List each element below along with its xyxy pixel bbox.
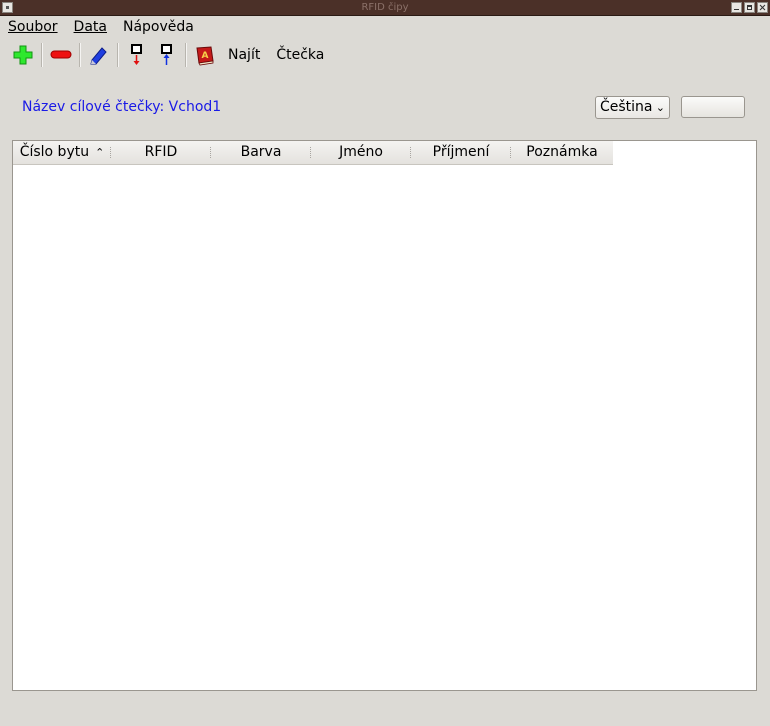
language-select[interactable]: Čeština ⌄ xyxy=(595,96,670,119)
write-card-button[interactable] xyxy=(122,40,152,70)
find-button[interactable]: Najít xyxy=(220,40,268,70)
target-reader-label: Název cílové čtečky: Vchod1 xyxy=(22,99,222,115)
minus-icon xyxy=(50,50,72,59)
column-header-rfid[interactable]: RFID xyxy=(111,141,211,164)
add-button[interactable] xyxy=(8,40,38,70)
unlabeled-button[interactable] xyxy=(681,96,745,118)
reader-button[interactable]: Čtečka xyxy=(268,40,332,70)
window-bottom-area xyxy=(0,691,770,726)
window-controls xyxy=(731,2,768,13)
svg-text:A: A xyxy=(202,51,209,61)
rfid-table[interactable]: Číslo bytu ⌃ RFID Barva Jméno Příjmení Po… xyxy=(12,140,757,691)
toolbar: A Najít Čtečka xyxy=(8,40,332,70)
book-icon: A xyxy=(196,46,214,66)
column-header-barva[interactable]: Barva xyxy=(211,141,311,164)
maximize-icon[interactable] xyxy=(744,2,755,13)
column-header-cislo-bytu[interactable]: Číslo bytu ⌃ xyxy=(13,141,111,164)
title-bar: RFID čipy xyxy=(0,0,770,16)
pen-icon xyxy=(90,47,107,65)
column-header-prijmeni[interactable]: Příjmení xyxy=(411,141,511,164)
window-title: RFID čipy xyxy=(361,2,409,13)
close-icon[interactable] xyxy=(757,2,768,13)
toolbar-separator xyxy=(185,43,187,67)
read-card-button[interactable] xyxy=(152,40,182,70)
menu-data[interactable]: Data xyxy=(66,17,115,37)
card-down-icon xyxy=(131,44,142,65)
column-header-jmeno[interactable]: Jméno xyxy=(311,141,411,164)
chevron-down-icon: ⌄ xyxy=(655,101,665,114)
sort-ascending-icon: ⌃ xyxy=(95,146,105,159)
plus-icon xyxy=(13,45,33,65)
toolbar-separator xyxy=(79,43,81,67)
card-up-icon xyxy=(161,44,172,65)
edit-button[interactable] xyxy=(84,40,114,70)
remove-button[interactable] xyxy=(46,40,76,70)
language-selected: Čeština xyxy=(600,99,653,115)
toolbar-separator xyxy=(41,43,43,67)
menu-napoveda[interactable]: Nápověda xyxy=(115,17,202,37)
column-header-poznamka[interactable]: Poznámka xyxy=(511,141,613,164)
toolbar-separator xyxy=(117,43,119,67)
menu-bar: Soubor Data Nápověda xyxy=(0,17,202,37)
table-header: Číslo bytu ⌃ RFID Barva Jméno Příjmení Po… xyxy=(13,141,613,165)
menu-soubor[interactable]: Soubor xyxy=(0,17,66,37)
dictionary-button[interactable]: A xyxy=(190,40,220,70)
minimize-icon[interactable] xyxy=(731,2,742,13)
